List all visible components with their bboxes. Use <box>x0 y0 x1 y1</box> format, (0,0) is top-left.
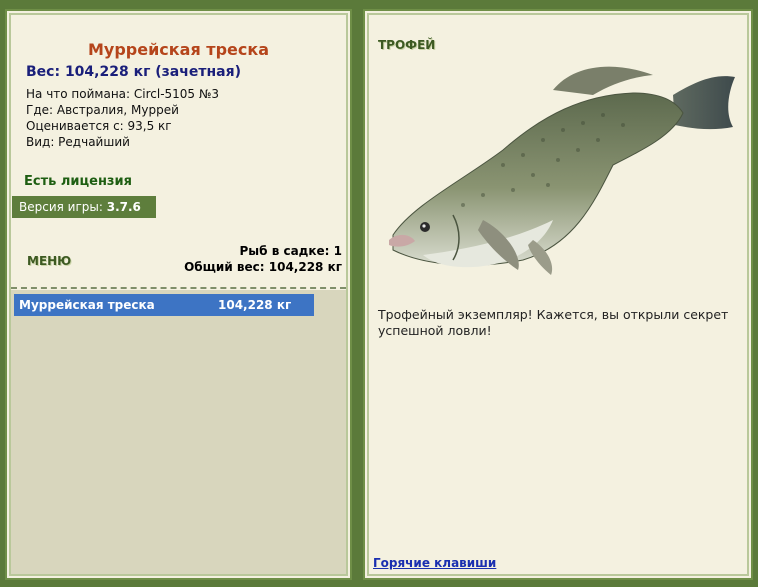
keepnet-list: Муррейская треска 104,228 кг <box>11 290 346 574</box>
trophy-panel: ТРОФЕЙ Трофейный экземпляр! Кажется, вы … <box>363 9 753 580</box>
game-version-bar: Версия игры: 3.7.6 <box>12 196 156 218</box>
license-status: Есть лицензия <box>24 174 132 189</box>
fish-info-panel: Муррейская треска Вес: 104,228 кг (зачет… <box>5 9 352 580</box>
murray-cod-fish-image <box>389 66 735 275</box>
total-weight: Общий вес: 104,228 кг <box>184 260 342 274</box>
fish-weight: Вес: 104,228 кг (зачетная) <box>26 64 241 80</box>
divider <box>11 287 346 289</box>
keepnet-item-name: Муррейская треска <box>19 298 155 312</box>
keepnet-stats: Рыб в садке: 1 Общий вес: 104,228 кг <box>184 243 342 275</box>
hotkeys-link[interactable]: Горячие клавиши <box>373 556 496 570</box>
fish-valued-from-info: Оценивается с: 93,5 кг <box>26 119 172 133</box>
version-number: 3.7.6 <box>106 200 141 214</box>
fish-species-info: Вид: Редчайший <box>26 135 130 149</box>
trophy-heading: ТРОФЕЙ <box>378 38 436 52</box>
keepnet-item-weight: 104,228 кг <box>218 298 292 312</box>
menu-button[interactable]: МЕНЮ <box>27 254 71 268</box>
fish-bait-info: На что поймана: Circl-5105 №3 <box>26 87 219 101</box>
fish-location-info: Где: Австралия, Муррей <box>26 103 179 117</box>
fish-count: Рыб в садке: 1 <box>239 244 343 258</box>
keepnet-item[interactable]: Муррейская треска 104,228 кг <box>14 294 314 316</box>
version-label: Версия игры: <box>19 200 107 214</box>
trophy-message: Трофейный экземпляр! Кажется, вы открыли… <box>378 307 729 338</box>
fish-name-title: Муррейская треска <box>87 40 270 59</box>
